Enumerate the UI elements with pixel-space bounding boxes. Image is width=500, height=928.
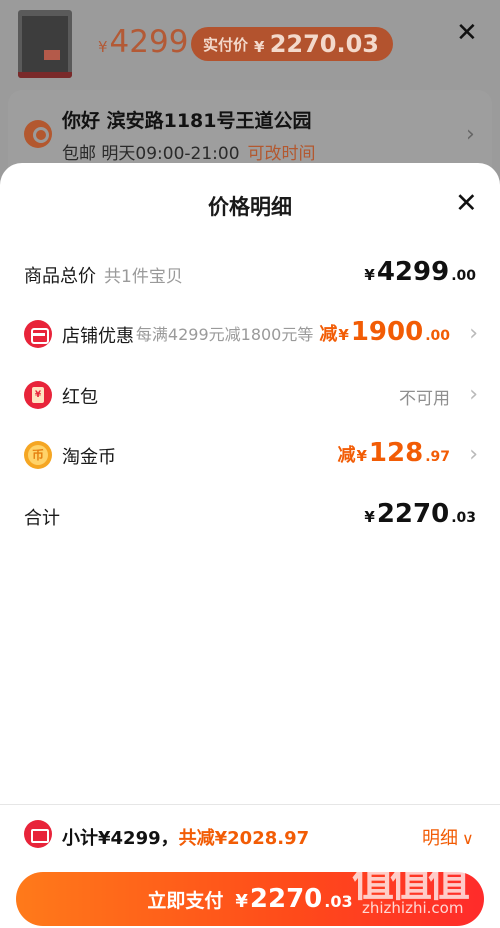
- address-name: 你好 滨安路1181号王道公园: [62, 110, 312, 132]
- unavailable-status: 不可用: [399, 389, 450, 409]
- row-shop-discount[interactable]: 店铺优惠 每满4299元减1800元等 减¥1900.00 ›: [0, 315, 500, 355]
- chevron-right-icon: ›: [466, 122, 475, 147]
- chevron-down-icon: ∨: [462, 829, 474, 848]
- paid-price-badge: 实付价 ¥ 2270.03: [191, 27, 393, 61]
- row-red-envelope[interactable]: ¥ 红包 不可用 ›: [0, 376, 500, 416]
- sum-value: ¥2270.03: [364, 499, 476, 529]
- pay-amount: ¥2270.03: [235, 884, 353, 914]
- pay-label: 立即支付: [147, 889, 224, 912]
- subtotal-text: 小计¥4299，共减¥2028.97: [62, 828, 310, 849]
- change-time-link[interactable]: 可改时间: [248, 144, 316, 164]
- coins-discount-value: 减 ¥128.97: [337, 438, 450, 468]
- row-label: 红包: [62, 387, 98, 408]
- product-price: ¥4299: [98, 24, 189, 60]
- total-reduction: 共减¥2028.97: [178, 828, 310, 849]
- detail-toggle[interactable]: 明细 ∨: [422, 824, 474, 850]
- close-icon[interactable]: ✕: [456, 18, 478, 48]
- item-count: 共1件宝贝: [104, 267, 183, 287]
- chevron-right-icon: ›: [469, 382, 478, 407]
- row-label: 店铺优惠: [62, 326, 134, 347]
- chevron-right-icon: ›: [469, 442, 478, 467]
- sheet-title: 价格明细: [208, 195, 292, 219]
- watermark-site: zhizhizhi.com: [362, 899, 464, 917]
- taobao-coin-icon: 币: [24, 441, 52, 469]
- promo-description: 每满4299元减1800元等: [135, 325, 314, 344]
- divider: [0, 804, 500, 805]
- row-label: 合计: [24, 508, 60, 529]
- row-label: 商品总价: [24, 266, 96, 287]
- row-taobao-coins[interactable]: 币 淘金币 减 ¥128.97 ›: [0, 436, 500, 476]
- row-sum: 合计 ¥2270.03: [0, 497, 500, 537]
- shop-discount-icon: [24, 320, 52, 348]
- red-envelope-icon: ¥: [24, 381, 52, 409]
- location-pin-icon: [24, 120, 52, 148]
- shop-discount-value: 每满4299元减1800元等 减¥1900.00: [135, 317, 450, 347]
- delivery-info: 包邮 明天09:00-21:00 可改时间: [62, 144, 316, 164]
- total-price-value: ¥4299.00: [364, 257, 476, 287]
- row-label: 淘金币: [62, 447, 116, 468]
- product-thumbnail: [18, 10, 72, 78]
- row-total-price: 商品总价 共1件宝贝 ¥4299.00: [0, 255, 500, 295]
- coupon-ticket-icon: [24, 820, 52, 848]
- close-icon[interactable]: ✕: [455, 188, 478, 219]
- chevron-right-icon: ›: [469, 321, 478, 346]
